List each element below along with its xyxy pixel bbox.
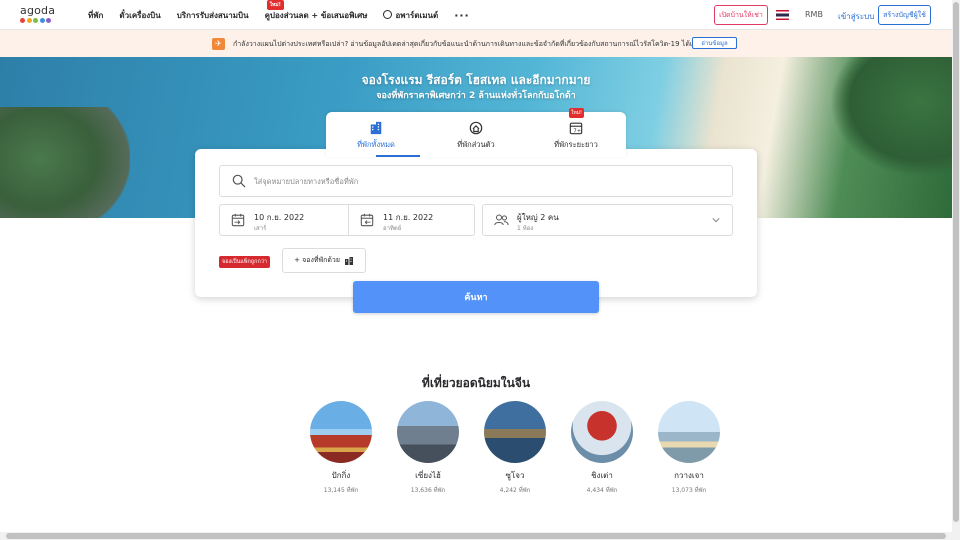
briefcase-icon: ✈ — [212, 38, 225, 50]
tab-all-label: ที่พักทั้งหมด — [357, 140, 395, 149]
destination-name: เซี่ยงไฮ้ — [415, 471, 441, 480]
date-picker: 10 ก.ย. 2022 เสาร์ 11 ก.ย. 2022 อาทิตย์ — [219, 204, 475, 236]
horizontal-scroll-thumb[interactable] — [6, 533, 946, 539]
agoda-logo[interactable]: agoda — [20, 5, 60, 25]
vertical-scroll-thumb[interactable] — [953, 2, 959, 522]
checkout-calendar-icon — [360, 213, 374, 227]
destination-search-box[interactable] — [219, 165, 733, 197]
checkout-date[interactable]: 11 ก.ย. 2022 อาทิตย์ — [348, 205, 476, 235]
covid-banner: ✈ กำลังวางแผนไปต่างประเทศหรือเปล่า? อ่าน… — [0, 30, 952, 57]
search-card: 10 ก.ย. 2022 เสาร์ 11 ก.ย. 2022 อาทิตย์ … — [195, 149, 757, 297]
guests-icon — [494, 214, 509, 226]
add-flight-label: + จองที่พักด้วย — [294, 256, 340, 264]
banner-text: กำลังวางแผนไปต่างประเทศหรือเปล่า? อ่านข้… — [233, 40, 701, 48]
destination-card-shanghai[interactable]: เซี่ยงไฮ้ 13,636 ที่พัก — [388, 401, 468, 495]
destination-image — [310, 401, 372, 463]
svg-text:7+: 7+ — [573, 128, 581, 134]
bundle-deal-badge: จองเป็นแพ็กถูกกว่า — [219, 256, 271, 268]
building-icon — [370, 121, 382, 135]
checkin-day: เสาร์ — [254, 225, 267, 232]
destination-input[interactable] — [254, 166, 724, 196]
flight-hotel-icon — [344, 256, 353, 265]
globe-icon — [383, 9, 393, 19]
search-icon — [232, 174, 246, 188]
destination-image — [397, 401, 459, 463]
nav-apartments-label: อพาร์ตเมนต์ — [395, 10, 439, 20]
house-icon — [469, 121, 483, 135]
hero-rock-decoration — [0, 107, 130, 218]
tab-all-accommodations[interactable]: ที่พักทั้งหมด — [326, 112, 426, 157]
logo-dots — [20, 18, 60, 23]
destination-card-beijing[interactable]: ปักกิ่ง 13,145 ที่พัก — [301, 401, 381, 495]
logo-text: agoda — [20, 4, 56, 17]
nav-coupons-label: คูปองส่วนลด + ข้อเสนอพิเศษ — [264, 10, 368, 20]
destination-count: 13,636 ที่พัก — [410, 487, 446, 494]
accommodation-tabs: ที่พักทั้งหมด ที่พักส่วนตัว ใหม่! 7+ ที่… — [326, 108, 626, 157]
search-button[interactable]: ค้นหา — [353, 281, 599, 313]
nav-airport-transfer[interactable]: บริการรับส่งสนามบิน — [177, 9, 249, 22]
nav-accommodation[interactable]: ที่พัก — [88, 9, 103, 22]
nav-coupons-deals[interactable]: ใหม่! คูปองส่วนลด + ข้อเสนอพิเศษ — [264, 0, 368, 22]
popular-destinations-title: ที่เที่ยวยอดนิยมในจีน — [421, 376, 531, 390]
login-link[interactable]: เข้าสู่ระบบ — [838, 10, 874, 23]
checkout-day: อาทิตย์ — [383, 225, 402, 232]
currency-selector[interactable]: RMB — [805, 10, 823, 19]
tab-long-label: ที่พักระยะยาว — [554, 140, 598, 149]
vertical-scrollbar[interactable] — [952, 0, 960, 540]
nav-apartments[interactable]: อพาร์ตเมนต์ — [383, 9, 438, 22]
calendar-icon: 7+ — [569, 122, 583, 134]
signup-button[interactable]: สร้างบัญชีผู้ใช้ — [878, 5, 931, 25]
list-property-button[interactable]: เปิดบ้านให้เช่า — [714, 5, 768, 25]
thai-flag-icon[interactable] — [776, 10, 789, 20]
destination-name: ซูโจว — [505, 471, 525, 480]
tab-private-label: ที่พักส่วนตัว — [457, 140, 495, 149]
destination-image — [484, 401, 546, 463]
destination-name: ปักกิ่ง — [331, 471, 351, 480]
destination-count: 13,145 ที่พัก — [323, 487, 359, 494]
destination-count: 4,242 ที่พัก — [499, 487, 531, 494]
destination-count: 4,434 ที่พัก — [586, 487, 618, 494]
destination-card-suzhou[interactable]: ซูโจว 4,242 ที่พัก — [475, 401, 555, 495]
checkin-calendar-icon — [231, 213, 245, 227]
new-badge: ใหม่! — [569, 108, 585, 118]
guest-selector[interactable]: ผู้ใหญ่ 2 คน 1 ห้อง — [482, 204, 733, 236]
new-badge: ใหม่! — [266, 0, 284, 10]
tab-private-homes[interactable]: ที่พักส่วนตัว — [426, 112, 526, 157]
room-count: 1 ห้อง — [517, 225, 534, 232]
destination-card-guangzhou[interactable]: กวางเจา 13,073 ที่พัก — [649, 401, 729, 495]
destination-card-qingdao[interactable]: ชิงเต่า 4,434 ที่พัก — [562, 401, 642, 495]
nav-flights[interactable]: ตั๋วเครื่องบิน — [119, 9, 160, 22]
horizontal-scrollbar[interactable] — [0, 532, 952, 540]
hero-subtitle: จองที่พักราคาพิเศษกว่า 2 ล้านแห่งทั่วโลก… — [376, 91, 576, 101]
destination-image — [658, 401, 720, 463]
destination-name: กวางเจา — [674, 471, 704, 480]
add-flight-button[interactable]: + จองที่พักด้วย — [282, 248, 366, 273]
read-info-button[interactable]: อ่านข้อมูล — [692, 37, 737, 49]
checkin-date[interactable]: 10 ก.ย. 2022 เสาร์ — [220, 205, 348, 235]
destination-count: 13,073 ที่พัก — [671, 487, 707, 494]
top-header: agoda ที่พัก ตั๋วเครื่องบิน บริการรับส่ง… — [0, 0, 952, 30]
chevron-down-icon — [712, 218, 720, 223]
destination-name: ชิงเต่า — [591, 471, 613, 480]
destination-image — [571, 401, 633, 463]
main-nav: ที่พัก ตั๋วเครื่องบิน บริการรับส่งสนามบิ… — [88, 0, 470, 30]
more-menu-button[interactable]: ··· — [454, 9, 470, 22]
tab-long-stays[interactable]: ใหม่! 7+ ที่พักระยะยาว — [526, 108, 626, 157]
